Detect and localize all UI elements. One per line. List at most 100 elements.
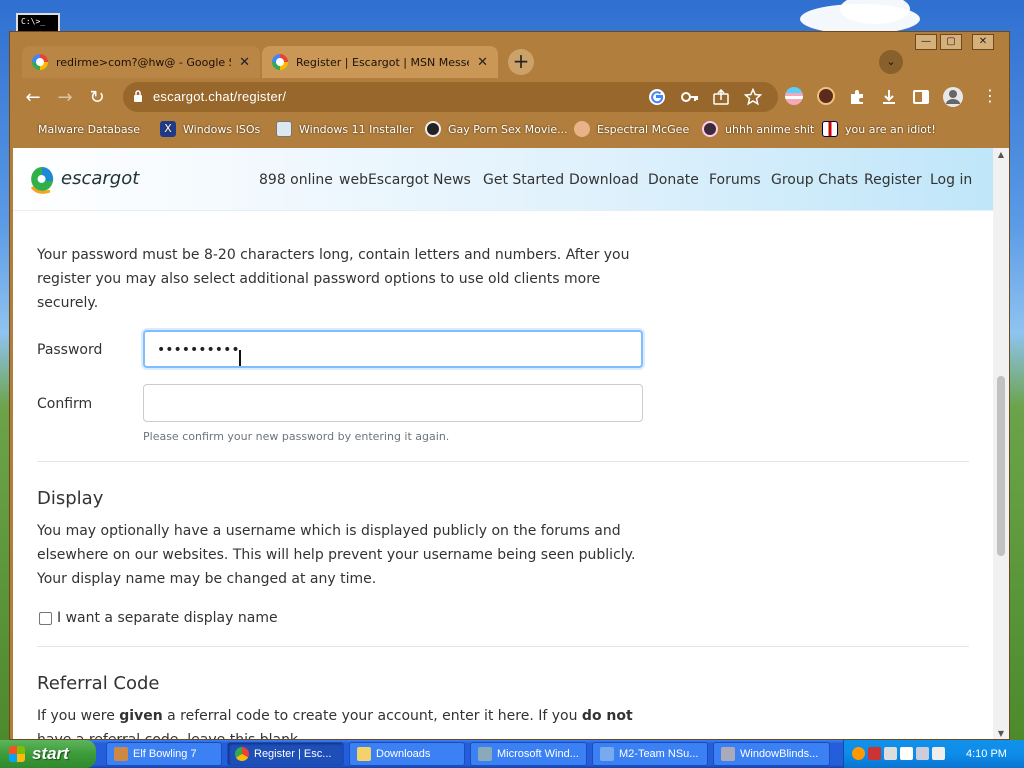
bookmark-espectral-mcgee[interactable]: Espectral McGee (574, 120, 689, 138)
tab-register-escargot[interactable]: Register | Escargot | MSN Messe ✕ (262, 46, 498, 78)
nav-login[interactable]: Log in (930, 172, 972, 188)
security-tray-icon[interactable] (868, 747, 881, 760)
search-tray-icon[interactable] (852, 747, 865, 760)
confirm-label: Confirm (37, 396, 93, 412)
key-icon[interactable] (681, 89, 699, 105)
close-tab-icon[interactable]: ✕ (477, 55, 488, 70)
nav-online-count[interactable]: 898 online (259, 172, 333, 188)
referral-text-part: If you were (37, 708, 120, 724)
flag-tray-icon[interactable] (900, 747, 913, 760)
task-label: Elf Bowling 7 (133, 748, 197, 760)
nav-register[interactable]: Register (864, 172, 922, 188)
extension-flag-icon[interactable] (785, 87, 803, 105)
window-icon (600, 747, 614, 761)
page-scrollbar[interactable]: ▲ ▼ (993, 148, 1009, 739)
network-tray-icon[interactable] (916, 747, 929, 760)
bookmark-movie[interactable]: Gay Porn Sex Movie... (425, 120, 568, 138)
maximize-button[interactable]: ▢ (940, 34, 962, 50)
bookmark-label: Gay Porn Sex Movie... (448, 122, 568, 136)
bookmark-label: you are an idiot! (845, 122, 936, 136)
tab-search-button[interactable]: ⌄ (879, 50, 903, 74)
extensions-puzzle-icon[interactable] (848, 88, 866, 106)
nav-get-started[interactable]: Get Started (483, 172, 564, 188)
task-label: WindowBlinds... (740, 748, 819, 760)
escargot-logo-icon[interactable] (30, 165, 54, 195)
nav-download[interactable]: Download (569, 172, 639, 188)
volume-tray-icon[interactable] (932, 747, 945, 760)
bookmark-windows-11-installer[interactable]: Windows 11 Installer (276, 120, 414, 138)
nav-webescargot[interactable]: webEscargot (339, 172, 429, 188)
windowblinds-icon (721, 747, 735, 761)
start-button[interactable]: start (0, 740, 96, 768)
cmd-desktop-icon[interactable]: C:\>_ (16, 13, 60, 33)
bookmark-you-are-an-idiot[interactable]: you are an idiot! (822, 120, 936, 138)
flag-icon (822, 121, 838, 137)
password-masked-value: •••••••••• (157, 342, 240, 358)
start-label: start (32, 744, 69, 763)
nav-forums[interactable]: Forums (709, 172, 761, 188)
bookmark-label: Windows ISOs (183, 122, 261, 136)
separate-display-name-checkbox[interactable] (39, 612, 52, 625)
browser-window: redirme>com?@hw@ - Google Sea ✕ Register… (9, 31, 1010, 740)
installer-icon (276, 121, 292, 137)
bookmark-anime[interactable]: uhhh anime shit (702, 120, 814, 138)
minimize-button[interactable]: — (915, 34, 937, 50)
bookmark-malware-database[interactable]: Malware Database (24, 120, 140, 138)
side-panel-icon[interactable] (912, 88, 930, 106)
reload-button[interactable]: ↻ (84, 85, 110, 111)
scroll-up-arrow-icon[interactable]: ▲ (993, 148, 1009, 162)
site-icon (425, 121, 441, 137)
google-lens-icon[interactable] (648, 88, 666, 106)
people-tray-icon[interactable] (884, 747, 897, 760)
google-icon (272, 54, 288, 70)
nav-donate[interactable]: Donate (648, 172, 699, 188)
site-navbar: escargot 898 online webEscargot News Get… (13, 148, 993, 211)
taskbar: start Elf Bowling 7 Register | Esc... Do… (0, 740, 1024, 768)
windows-logo-icon (9, 746, 25, 762)
folder-icon (357, 747, 371, 761)
menu-kebab-icon[interactable]: ⋮ (982, 86, 998, 108)
separate-display-name-label[interactable]: I want a separate display name (57, 610, 278, 626)
task-elf-bowling[interactable]: Elf Bowling 7 (106, 742, 222, 766)
referral-text-bold: do not (581, 708, 633, 724)
scrollbar-thumb[interactable] (997, 376, 1005, 556)
lock-icon[interactable] (133, 89, 143, 103)
scroll-down-arrow-icon[interactable]: ▼ (993, 727, 1009, 739)
task-m2-team[interactable]: M2-Team NSu... (592, 742, 708, 766)
system-tray: 4:10 PM (843, 740, 1024, 768)
clock[interactable]: 4:10 PM (966, 740, 1007, 768)
task-label: M2-Team NSu... (619, 748, 699, 760)
close-tab-icon[interactable]: ✕ (239, 55, 250, 70)
nav-news[interactable]: News (433, 172, 471, 188)
task-windowblinds[interactable]: WindowBlinds... (713, 742, 830, 766)
password-info-text: Your password must be 8-20 characters lo… (37, 247, 630, 311)
bookmarks-bar: Malware Database X Windows ISOs Windows … (10, 116, 1009, 142)
star-icon[interactable] (744, 88, 762, 106)
password-input[interactable]: •••••••••• (143, 330, 643, 368)
back-button[interactable]: ← (20, 85, 46, 111)
password-label: Password (37, 342, 103, 358)
new-tab-button[interactable]: + (508, 49, 534, 75)
tab-strip: redirme>com?@hw@ - Google Sea ✕ Register… (10, 32, 1009, 82)
bookmark-label: Windows 11 Installer (299, 122, 414, 136)
profile-avatar-icon[interactable] (942, 86, 964, 108)
folder-icon (24, 121, 28, 137)
share-icon[interactable] (712, 89, 730, 105)
anime-icon (702, 121, 718, 137)
referral-text-part: have a referral code, leave this blank. (37, 732, 303, 740)
extension-avatar-icon[interactable] (817, 87, 835, 105)
task-microsoft-windows[interactable]: Microsoft Wind... (470, 742, 587, 766)
task-downloads[interactable]: Downloads (349, 742, 465, 766)
bookmark-windows-isos[interactable]: X Windows ISOs (160, 120, 260, 138)
brand-name[interactable]: escargot (61, 168, 139, 189)
forward-button[interactable]: → (52, 85, 78, 111)
confirm-password-input[interactable] (143, 384, 643, 422)
close-window-button[interactable]: ✕ (972, 34, 994, 50)
address-bar[interactable]: escargot.chat/register/ (123, 82, 778, 112)
nav-group-chats[interactable]: Group Chats (771, 172, 858, 188)
download-icon[interactable] (880, 88, 898, 106)
task-chrome-register[interactable]: Register | Esc... (227, 742, 344, 766)
task-label: Downloads (376, 748, 431, 760)
tab-google-search[interactable]: redirme>com?@hw@ - Google Sea ✕ (22, 46, 260, 78)
url-text[interactable]: escargot.chat/register/ (153, 89, 286, 104)
